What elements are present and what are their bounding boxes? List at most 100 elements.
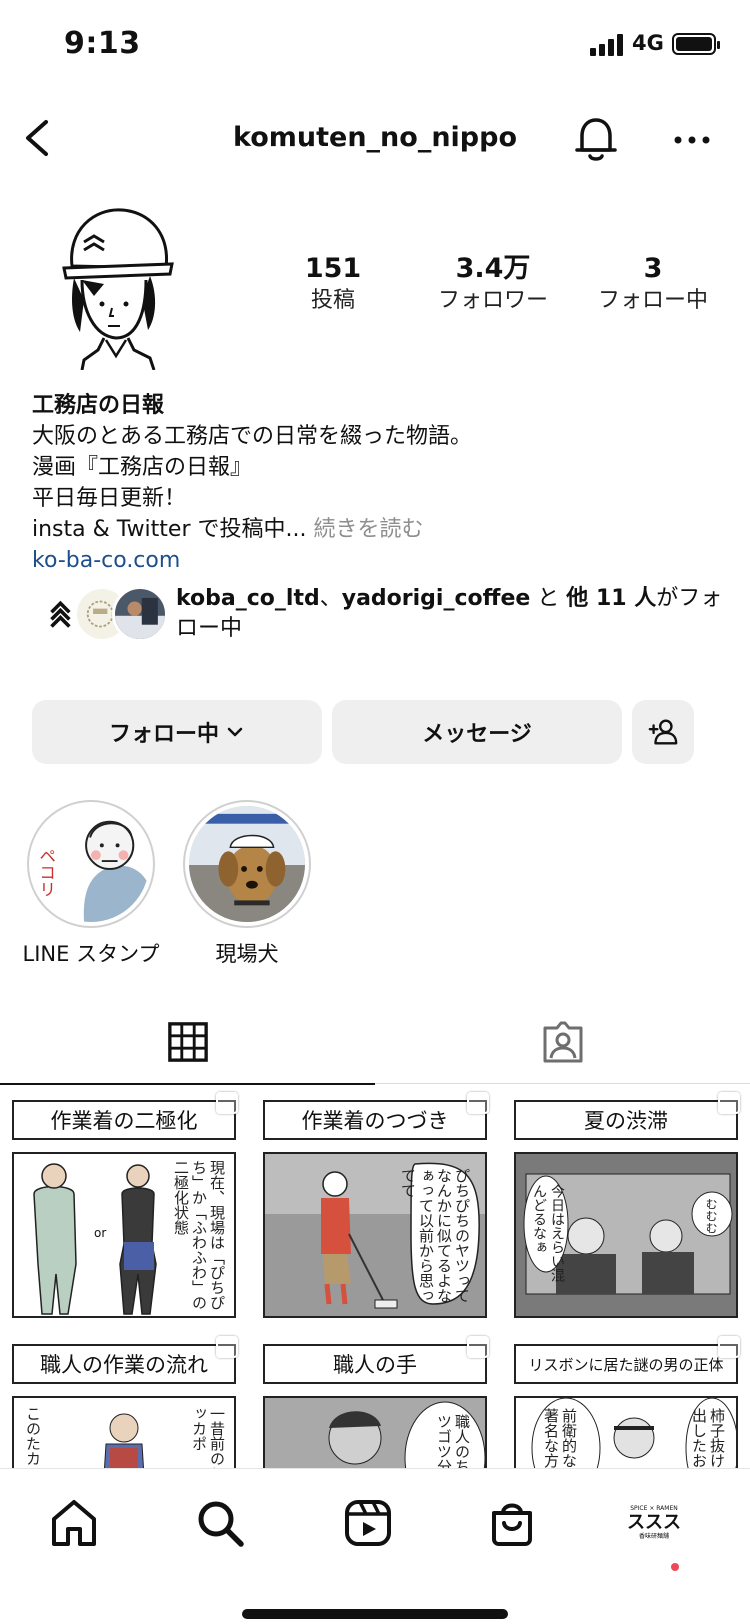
profile-bio: 工務店の日報 大阪のとある工務店での日常を綴った物語。 漫画『工務店の日報』 平… — [32, 390, 722, 576]
post-inner-text: ぴちぴちのヤツってなんかに似てるよなぁって以前から思ってて — [399, 1168, 471, 1303]
network-type: 4G — [632, 31, 664, 55]
multi-image-icon — [216, 1092, 238, 1114]
message-button-label: メッセージ — [422, 722, 532, 747]
home-indicator[interactable] — [242, 1609, 508, 1619]
follower-avatar — [112, 586, 168, 642]
read-more-link[interactable]: 続きを読む — [313, 517, 423, 542]
followed-by[interactable]: koba_co_ltd、yadorigi_coffee と 他 11 人がフォロ… — [36, 584, 726, 654]
nav-profile[interactable]: SPICE × RAMEN ススス 香味研麺舗 — [626, 1495, 682, 1551]
bio-line: 大阪のとある工務店での日常を綴った物語。 — [32, 424, 473, 449]
posts-count[interactable]: 151 投稿 — [258, 252, 408, 316]
profile-username: komuten_no_nippo — [232, 122, 518, 153]
post-panel: 現在、現場は「ぴちぴち」か「ふわふわ」の二極化状態 or — [12, 1152, 236, 1318]
post-inner-text: 現在、現場は「ぴちぴち」か「ふわふわ」の二極化状態 — [172, 1160, 226, 1310]
notification-dot — [671, 1563, 679, 1571]
home-icon — [52, 1500, 96, 1546]
followers-count-label: フォロワー — [437, 288, 548, 313]
followed-by-text: koba_co_ltd、yadorigi_coffee と 他 11 人がフォロ… — [176, 584, 736, 644]
add-person-icon — [648, 719, 678, 745]
following-count-label: フォロー中 — [597, 288, 708, 313]
followers-count[interactable]: 3.4万 フォロワー — [418, 252, 568, 316]
follower-avatars — [36, 586, 168, 644]
post-panel: 今日はえらい混んどるなぁ むむむ — [514, 1152, 738, 1318]
nav-home[interactable] — [46, 1495, 102, 1551]
profile-avatar[interactable] — [54, 200, 184, 371]
tab-posts-grid[interactable] — [0, 1000, 375, 1085]
nav-search[interactable] — [192, 1495, 248, 1551]
bio-last-line: insta & Twitter で投稿中... — [32, 517, 314, 542]
signal-icon — [590, 34, 623, 56]
site-dog-photo — [189, 806, 305, 922]
grid-icon — [167, 1021, 208, 1062]
following-button-label: フォロー中 — [108, 722, 219, 747]
post-thumbnail[interactable]: 作業着のつづき ぴちぴちのヤツってなんかに似てるよなぁって以前から思ってて — [251, 1086, 499, 1334]
multi-image-icon — [718, 1092, 740, 1114]
post-inner-text-2: 一昔前のといったニッカポ — [190, 1406, 226, 1468]
post-caption: 作業着のつづき — [263, 1100, 487, 1140]
multi-image-icon — [718, 1336, 740, 1358]
multi-image-icon — [467, 1336, 489, 1358]
suggested-users-button[interactable] — [632, 700, 694, 764]
posts-grid: 作業着の二極化 現在、現場は「ぴちぴち」か「ふわふわ」の二極化状態 or 作業着… — [0, 1086, 750, 1468]
post-thumbnail[interactable]: 夏の渋滞 今日はえらい混んどるなぁ むむむ — [502, 1086, 750, 1334]
highlight-label: 現場犬 — [215, 942, 279, 966]
post-or-text: or — [94, 1226, 107, 1240]
post-thumbnail[interactable]: 作業着の二極化 現在、現場は「ぴちぴち」か「ふわふわ」の二極化状態 or — [0, 1086, 248, 1334]
highlight-label: LINE スタンプ — [22, 942, 160, 966]
post-inner-text-2: 柿子抜け謎の男は出したお — [690, 1408, 726, 1468]
mutual-follower-name[interactable]: yadorigi_coffee — [342, 586, 531, 611]
message-button[interactable]: メッセージ — [332, 700, 622, 764]
separator-text: 、 — [319, 586, 342, 611]
profile-mini-text: ススス — [627, 1512, 681, 1533]
post-thumbnail[interactable]: 職人の手 職人のちゅうゴツゴツ分厚く — [251, 1330, 499, 1468]
and-text: と — [530, 586, 567, 611]
post-caption: 職人の手 — [263, 1344, 487, 1384]
nav-reels[interactable] — [340, 1495, 396, 1551]
status-time: 9:13 — [64, 26, 141, 61]
tagged-person-icon — [543, 1021, 582, 1063]
profile-tabs — [0, 1000, 750, 1085]
post-caption: 夏の渋滞 — [514, 1100, 738, 1140]
story-highlight[interactable]: ペコリ LINE スタンプ — [16, 800, 166, 968]
bio-line: 漫画『工務店の日報』 — [32, 455, 253, 480]
post-thumbnail[interactable]: 職人の作業の流れ このたカッコ 一昔前のといったニッカポ — [0, 1330, 248, 1468]
notifications-button[interactable] — [572, 112, 620, 164]
post-thumbnail[interactable]: リスボンに居た謎の男の正体 前衛的な久保田弘著名な方 柿子抜け謎の男は出したお — [502, 1330, 750, 1468]
following-count[interactable]: 3 フォロー中 — [578, 252, 728, 316]
chevron-down-icon — [227, 727, 243, 737]
stamp-text: ペコリ — [37, 847, 57, 897]
search-icon — [198, 1501, 244, 1547]
more-options-button[interactable] — [668, 120, 716, 160]
post-caption: リスボンに居た謎の男の正体 — [514, 1344, 738, 1384]
post-panel: ぴちぴちのヤツってなんかに似てるよなぁって以前から思ってて — [263, 1152, 487, 1318]
post-caption: 職人の作業の流れ — [12, 1344, 236, 1384]
others-count[interactable]: 他 11 人 — [566, 586, 656, 611]
battery-icon — [672, 33, 720, 55]
multi-image-icon — [216, 1336, 238, 1358]
tab-tagged[interactable] — [375, 1000, 750, 1084]
post-inner-text: このたカッコ — [24, 1406, 42, 1468]
bottom-navigation: SPICE × RAMEN ススス 香味研麺舗 — [0, 1468, 750, 1624]
following-button[interactable]: フォロー中 — [32, 700, 322, 764]
following-count-value: 3 — [643, 253, 663, 284]
bio-website-link[interactable]: ko-ba-co.com — [32, 545, 722, 576]
nav-shop[interactable] — [484, 1495, 540, 1551]
post-inner-text: 職人のちゅうゴツゴツ分厚く — [435, 1414, 471, 1468]
post-inner-text: 今日はえらい混んどるなぁ — [531, 1184, 565, 1282]
profile-header: komuten_no_nippo — [0, 100, 750, 180]
posts-count-label: 投稿 — [310, 288, 355, 313]
highlight-cover: ペコリ — [27, 800, 155, 928]
profile-mini-sub: 香味研麺舗 — [638, 1533, 669, 1540]
story-highlight[interactable]: 現場犬 — [172, 800, 322, 968]
bio-line: insta & Twitter で投稿中... 続きを読む — [32, 514, 722, 545]
avatar-illustration — [62, 208, 174, 371]
profile-actions: フォロー中 メッセージ — [32, 700, 722, 764]
post-panel: 前衛的な久保田弘著名な方 柿子抜け謎の男は出したお — [514, 1396, 738, 1468]
posts-count-value: 151 — [304, 253, 362, 284]
shopping-bag-icon — [492, 1503, 532, 1546]
mutual-follower-name[interactable]: koba_co_ltd — [176, 586, 320, 611]
post-panel: 職人のちゅうゴツゴツ分厚く — [263, 1396, 487, 1468]
bio-line: 平日毎日更新！ — [32, 486, 187, 511]
post-inner-text: 前衛的な久保田弘著名な方 — [542, 1408, 578, 1468]
highlight-cover — [183, 800, 311, 928]
